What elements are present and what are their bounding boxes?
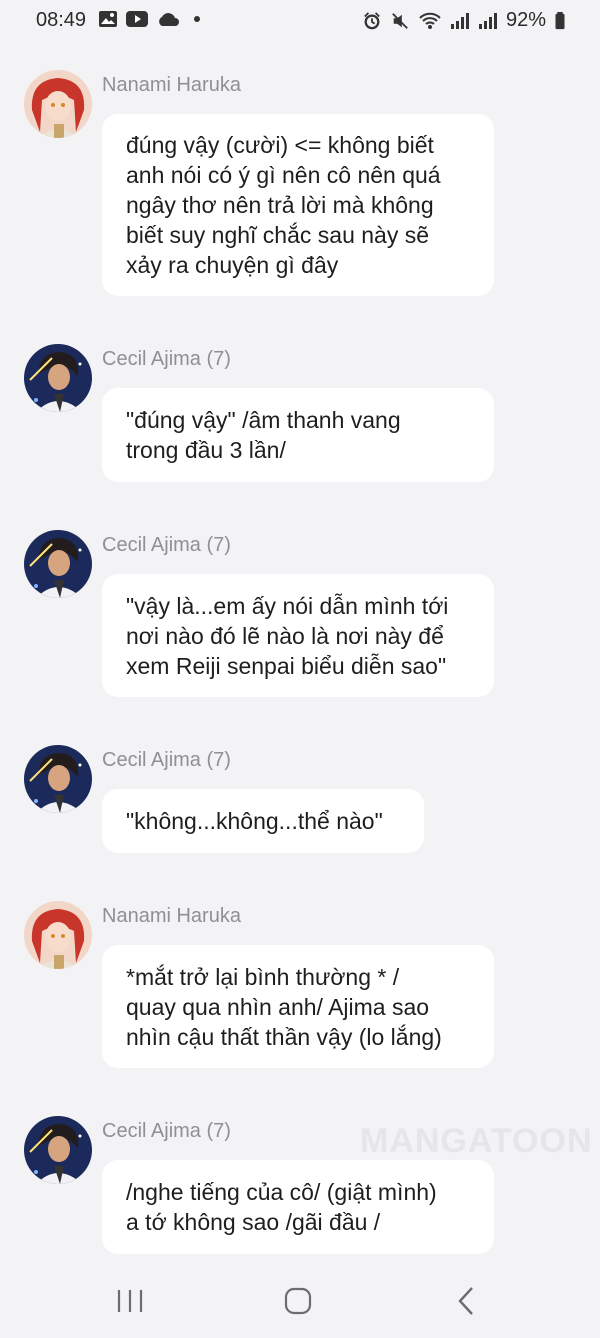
cecil-avatar[interactable] [24, 1116, 92, 1184]
recent-apps-icon [117, 1290, 143, 1312]
youtube-icon [126, 11, 148, 27]
cecil-avatar[interactable] [24, 344, 92, 412]
sender-name: Cecil Ajima (7) [102, 749, 231, 771]
message-line: nhìn cậu thất thần vậy (lo lắng) [126, 1024, 442, 1050]
back-button[interactable] [446, 1284, 486, 1318]
message-line: /nghe tiếng của cô/ (giật mình) [126, 1179, 437, 1205]
sender-name: Nanami Haruka [102, 74, 241, 96]
message-line: "không...không...thể nào" [126, 808, 383, 834]
signal-icon [450, 12, 469, 29]
message-bubble[interactable]: "vậy là...em ấy nói dẫn mình tới nơi nào… [102, 574, 494, 697]
message-bubble[interactable]: "không...không...thể nào" [102, 789, 424, 853]
status-right: 92% [362, 9, 566, 32]
message-line: a tớ không sao /gãi đầu / [126, 1209, 381, 1235]
message-line: "đúng vậy" /âm thanh vang [126, 407, 401, 433]
message-line: biết suy nghĩ chắc sau này sẽ [126, 222, 430, 248]
watermark: MANGATOON [360, 1122, 593, 1160]
sender-name: Cecil Ajima (7) [102, 348, 231, 370]
wifi-icon [419, 12, 441, 29]
message-line: ngây thơ nên trả lời mà không [126, 192, 434, 218]
message-bubble[interactable]: "đúng vậy" /âm thanh vang trong đầu 3 lầ… [102, 388, 494, 482]
home-button[interactable] [278, 1284, 318, 1318]
signal-icon [478, 12, 497, 29]
dot-icon [194, 16, 200, 22]
sender-name: Nanami Haruka [102, 905, 241, 927]
sender-name: Cecil Ajima (7) [102, 534, 231, 556]
cecil-avatar[interactable] [24, 745, 92, 813]
image-icon [99, 11, 117, 27]
status-bar: 08:49 92% [0, 0, 600, 40]
sender-name: Cecil Ajima (7) [102, 1120, 231, 1142]
message-line: trong đầu 3 lần/ [126, 437, 286, 463]
recent-apps-button[interactable] [110, 1284, 150, 1318]
mute-icon [392, 12, 408, 29]
message-line: anh nói có ý gì nên cô nên quá [126, 162, 441, 188]
message-bubble[interactable]: *mắt trở lại bình thường * / quay qua nh… [102, 945, 494, 1068]
message-line: xem Reiji senpai biểu diễn sao" [126, 653, 447, 679]
message-line: đúng vậy (cười) <= không biết [126, 132, 434, 158]
battery-percent: 92% [505, 9, 546, 31]
message-line: *mắt trở lại bình thường * / [126, 964, 400, 990]
back-icon [458, 1287, 473, 1315]
home-icon [284, 1287, 312, 1315]
cecil-avatar[interactable] [24, 530, 92, 598]
battery-icon [555, 11, 565, 29]
status-time: 08:49 [36, 9, 87, 31]
status-left-icons [98, 10, 200, 28]
message-line: "vậy là...em ấy nói dẫn mình tới [126, 593, 449, 619]
cloud-icon [159, 13, 179, 26]
alarm-icon [364, 11, 380, 29]
message-line: nơi nào đó lẽ nào là nơi này để [126, 623, 444, 649]
navigation-bar [0, 1262, 600, 1338]
message-line: xảy ra chuyện gì đây [126, 252, 339, 278]
message-bubble[interactable]: đúng vậy (cười) <= không biết anh nói có… [102, 114, 494, 296]
nanami-avatar[interactable] [24, 901, 92, 969]
nanami-avatar[interactable] [24, 70, 92, 138]
message-line: quay qua nhìn anh/ Ajima sao [126, 994, 430, 1020]
message-bubble[interactable]: /nghe tiếng của cô/ (giật mình) a tớ khô… [102, 1160, 494, 1254]
